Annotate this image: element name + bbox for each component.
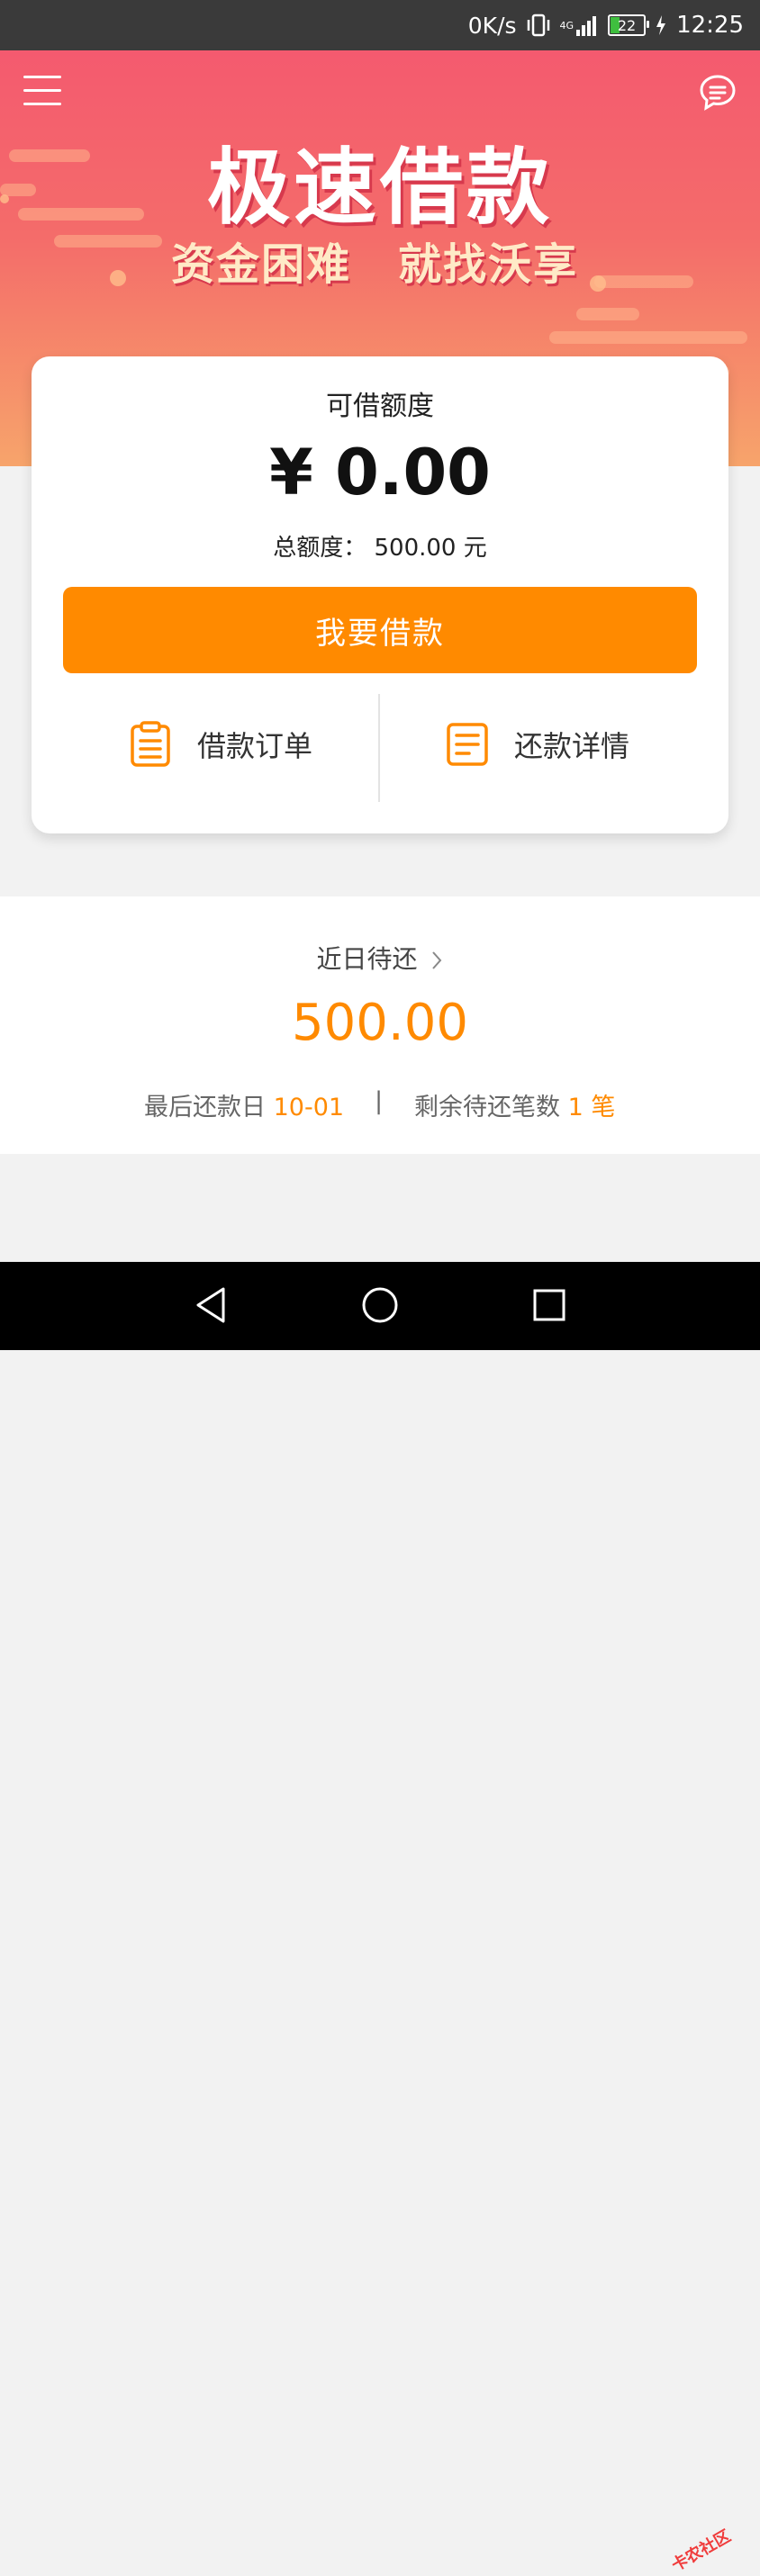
recents-button[interactable] [531, 1285, 567, 1329]
remaining-count: 剩余待还笔数 1 笔 [414, 1087, 615, 1122]
banner-subtitle-right: 就找沃享 [398, 239, 579, 290]
status-bar: 0K/s 4G 22 12:25 [0, 0, 760, 50]
battery-level: 22 [617, 16, 637, 34]
menu-button[interactable] [23, 76, 61, 106]
vibrate-icon [526, 14, 551, 37]
last-repay-date: 最后还款日 10-01 [144, 1087, 344, 1122]
repayment-details-label: 还款详情 [514, 729, 630, 763]
available-credit-label: 可借额度 [326, 391, 434, 422]
message-button[interactable] [699, 74, 737, 112]
banner-title: 极速借款 [206, 140, 553, 236]
back-button[interactable] [193, 1285, 229, 1329]
watermark: 卡农社区 [668, 2526, 735, 2576]
remaining-count-label: 剩余待还笔数 [414, 1094, 560, 1121]
remaining-count-unit: 笔 [591, 1094, 616, 1121]
borrow-button[interactable]: 我要借款 [63, 587, 697, 673]
last-repay-date-label: 最后还款日 [144, 1094, 266, 1121]
last-repay-date-value: 10-01 [273, 1094, 345, 1121]
repayment-details-button[interactable]: 还款详情 [446, 721, 629, 768]
credit-card-panel: 可借额度 ¥ 0.00 总额度： 500.00 元 我要借款 借款订单 还款详情 [32, 356, 728, 833]
info-separator: | [375, 1087, 384, 1115]
navigation-bar: 卡农社区 [0, 1262, 760, 2575]
clock: 12:25 [676, 12, 744, 39]
chevron-right-icon [432, 951, 442, 969]
divider [378, 694, 380, 802]
available-credit-amount: ¥ 0.00 [269, 436, 491, 509]
home-button[interactable] [360, 1285, 400, 1329]
signal-icon: 4G [560, 14, 600, 37]
hamburger-icon [23, 76, 61, 78]
home-circle-icon [362, 1287, 398, 1323]
document-icon [447, 723, 488, 766]
pending-title: 近日待还 [316, 944, 418, 974]
loan-orders-button[interactable]: 借款订单 [129, 721, 312, 768]
total-credit: 总额度： 500.00 元 [273, 535, 487, 562]
pending-title-link[interactable]: 近日待还 [0, 940, 760, 976]
net-speed: 0K/s [467, 12, 517, 39]
charging-icon [655, 14, 667, 36]
loan-orders-label: 借款订单 [197, 729, 313, 763]
recents-square-icon [533, 1289, 565, 1321]
back-triangle-icon [196, 1287, 225, 1323]
pending-amount: 500.00 [292, 994, 468, 1052]
network-type: 4G [559, 19, 575, 32]
remaining-count-value: 1 [567, 1094, 584, 1121]
pending-repayment-section: 近日待还 500.00 最后还款日 10-01 | 剩余待还笔数 1 笔 [0, 896, 760, 1154]
clipboard-icon [131, 721, 170, 767]
battery-icon: 22 [608, 14, 650, 36]
chat-bubble-icon [700, 75, 736, 111]
banner-subtitle-left: 资金困难 [171, 239, 352, 290]
